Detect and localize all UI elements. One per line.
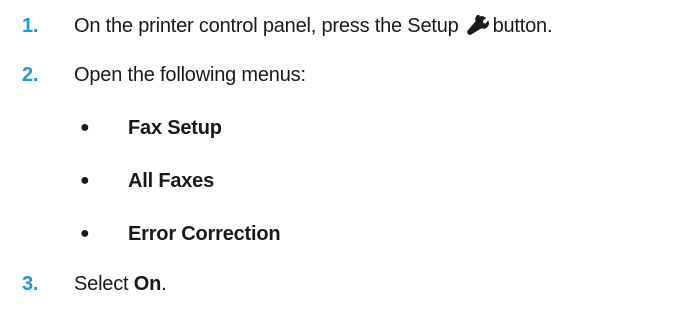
step-text: On the printer control panel, press the …: [74, 14, 553, 38]
step-text: Open the following menus:: [74, 63, 306, 86]
step-number: 1.: [22, 14, 39, 37]
menu-name: All Faxes: [128, 169, 215, 192]
step-3: 3. Select On.: [0, 269, 675, 299]
menu-item: ● Error Correction: [0, 219, 675, 249]
step-number: 2.: [22, 63, 39, 86]
step-2: 2. Open the following menus:: [0, 60, 675, 90]
menu-name: Error Correction: [128, 222, 281, 245]
step-1: 1. On the printer control panel, press t…: [0, 11, 675, 41]
menu-item: ● Fax Setup: [0, 113, 675, 143]
option-on: On: [133, 272, 162, 295]
step-text: Select On.: [74, 272, 167, 296]
step-text-after: .: [161, 272, 167, 295]
step-text-before: On the printer control panel, press the …: [74, 14, 459, 37]
wrench-icon: [465, 14, 489, 35]
menu-item: ● All Faxes: [0, 166, 675, 196]
step-text-before: Select: [74, 272, 129, 295]
step-number: 3.: [22, 272, 39, 295]
step-text-after: button.: [492, 14, 553, 37]
bullet-icon: ●: [80, 225, 90, 242]
menu-name: Fax Setup: [128, 116, 222, 139]
bullet-icon: ●: [80, 119, 90, 136]
bullet-icon: ●: [80, 172, 90, 189]
